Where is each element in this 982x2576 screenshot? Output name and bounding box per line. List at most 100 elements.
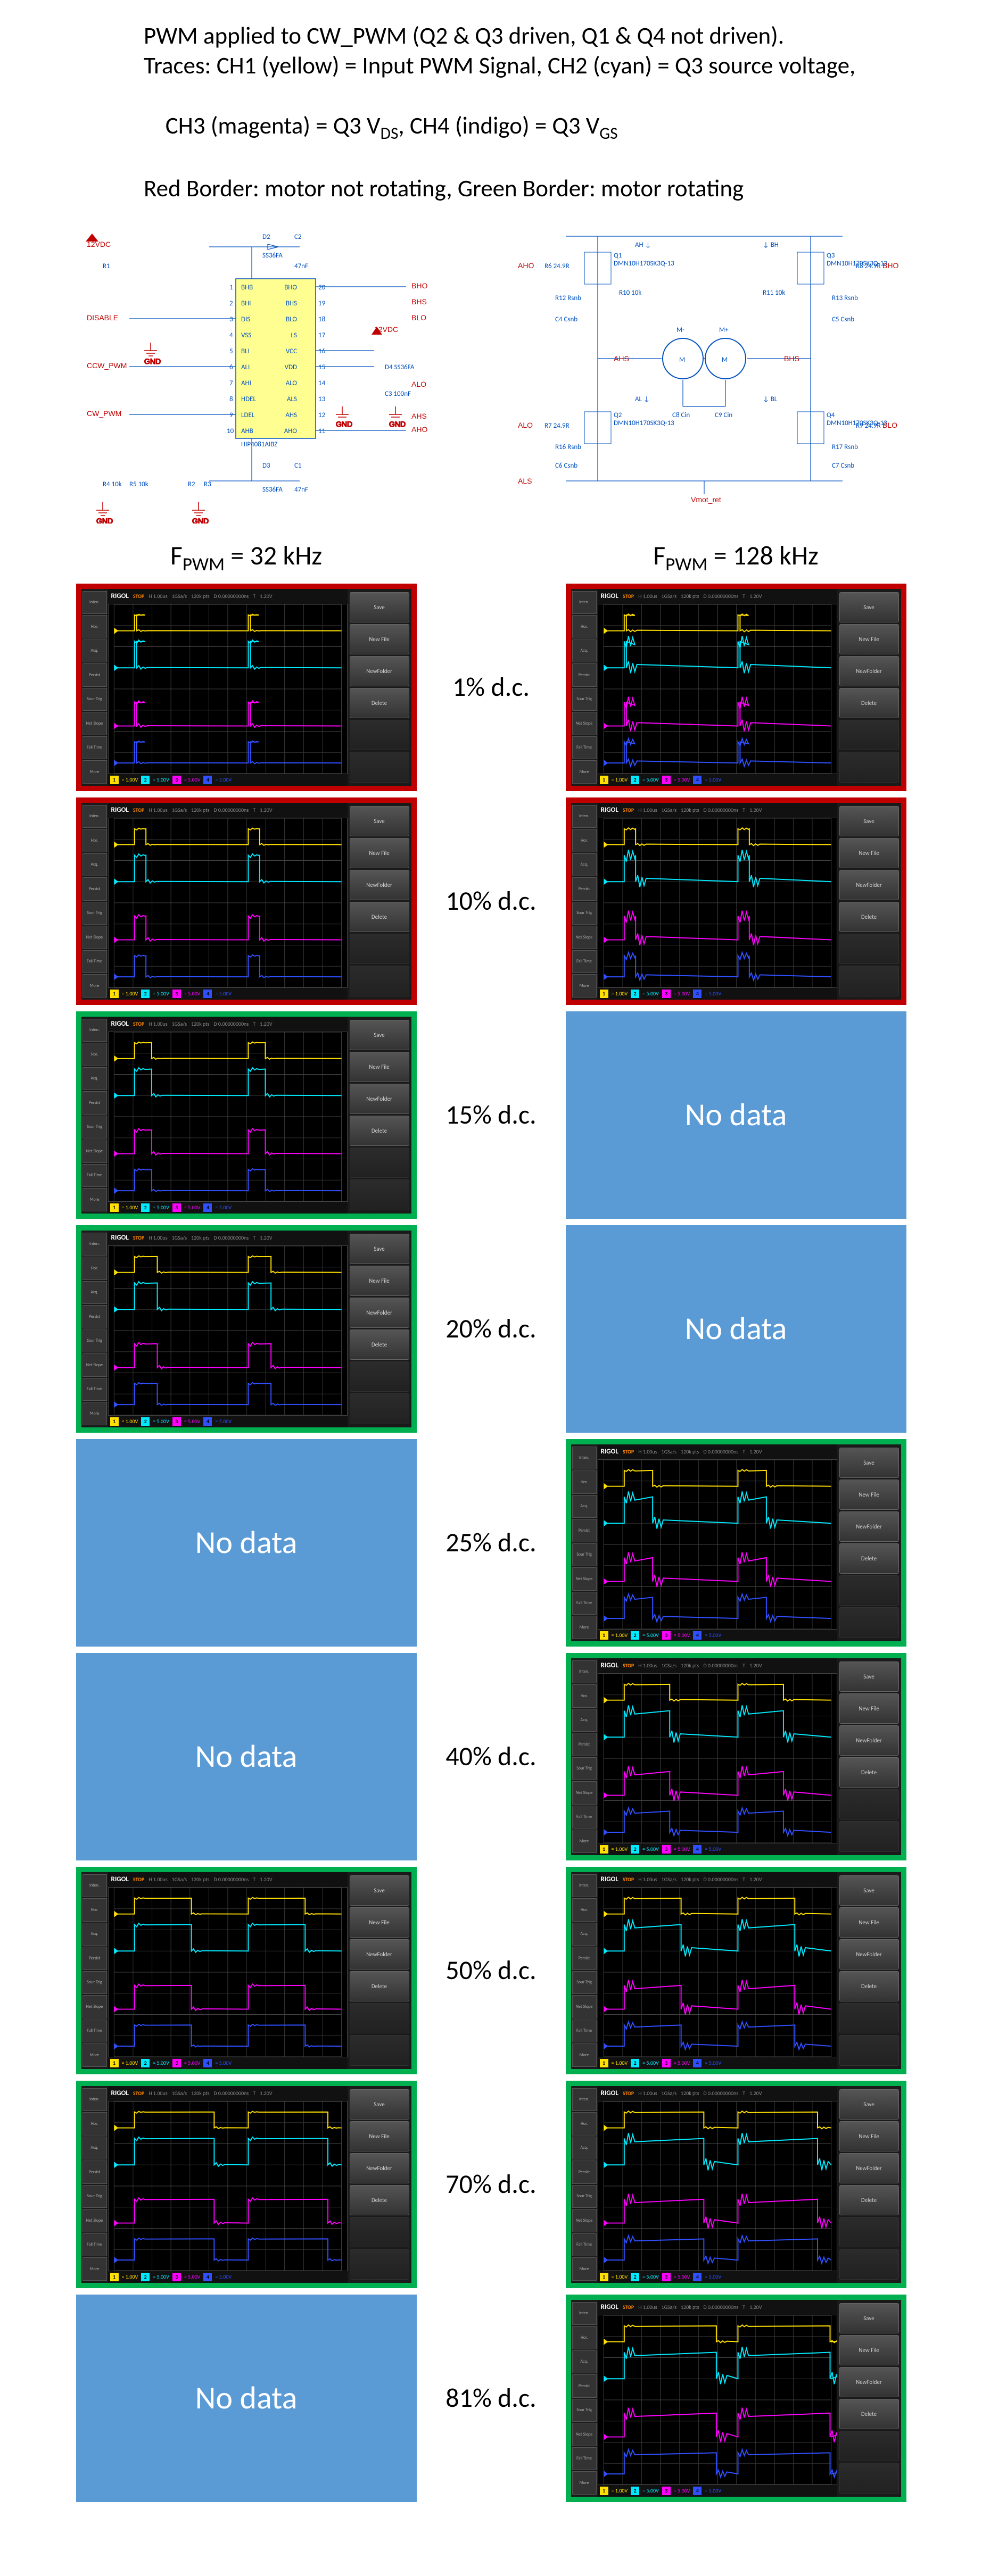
row-label: 10% d.c. (417, 885, 566, 917)
svg-text:C5 Csnb: C5 Csnb (832, 315, 854, 323)
scope-side-button: Save (839, 1875, 899, 1906)
scope-left-item: Hor. (82, 1898, 107, 1922)
svg-text:GND: GND (389, 420, 406, 428)
scope-left-item: Sour Trig (572, 2185, 597, 2208)
svg-text:AL ↓: AL ↓ (635, 395, 650, 403)
col-header-right: FPWM = 128 kHz (566, 539, 906, 576)
scope-left-item: Sour Trig (82, 902, 107, 925)
scope-left-item: More (82, 1188, 107, 1211)
scope-left-item: More (82, 2043, 107, 2067)
oscilloscope-capture: Inten.Hor.Acq.PersistSour TrigNet SlopeF… (76, 1011, 417, 1219)
svg-text:R8 24.9R: R8 24.9R (856, 262, 881, 270)
scope-left-item: Fall Time (82, 1378, 107, 1401)
scope-side-button: Delete (350, 1329, 409, 1360)
svg-text:R11 10k: R11 10k (763, 289, 785, 297)
svg-text:↓ BL: ↓ BL (763, 395, 778, 403)
scope-left-item: Net Slope (82, 1995, 107, 2018)
svg-text:SS36FA: SS36FA (262, 252, 283, 260)
scope-side-button: Save (839, 2089, 899, 2120)
scope-top-bar: RIGOLSTOPH 1.00us1GSa/s120k ptsD 0.00000… (598, 1444, 837, 1459)
no-data-cell: No data (76, 1653, 417, 1860)
oscilloscope-capture: Inten.Hor.Acq.PersistSour TrigNet SlopeF… (76, 2081, 417, 2288)
oscilloscope-capture: Inten.Hor.Acq.PersistSour TrigNet SlopeF… (76, 1225, 417, 1433)
scope-plot (598, 818, 837, 988)
scope-side-button: Delete (839, 1543, 899, 1574)
row-label: 15% d.c. (417, 1099, 566, 1131)
scope-left-item: More (82, 2257, 107, 2281)
svg-text:8: 8 (229, 395, 233, 403)
scope-left-item: Sour Trig (82, 1116, 107, 1139)
scope-left-item: Hor. (82, 1043, 107, 1066)
scope-plot (108, 1032, 348, 1202)
svg-text:18: 18 (318, 315, 326, 323)
scope-side-button: Save (839, 806, 899, 836)
scope-bottom-bar: 1= 1.00V2= 5.00V3= 5.00V4= 5.00V (598, 774, 837, 786)
scope-left-item: Inten. (82, 2088, 107, 2112)
svg-text:BHO: BHO (284, 284, 297, 292)
scope-top-bar: RIGOLSTOPH 1.00us1GSa/s120k ptsD 0.00000… (598, 1872, 837, 1887)
svg-text:LS: LS (291, 331, 296, 339)
scope-left-item: Hor. (572, 1898, 597, 1922)
svg-text:10: 10 (227, 427, 234, 435)
scope-side-button: NewFolder (350, 1939, 409, 1970)
scope-left-item: Net Slope (82, 926, 107, 949)
scope-left-item: Net Slope (572, 1567, 597, 1591)
data-grid: Inten.Hor.Acq.PersistSour TrigNet SlopeF… (53, 584, 929, 2502)
scope-left-item: Acq. (572, 853, 597, 877)
scope-side-button: NewFolder (839, 2153, 899, 2183)
scope-side-button: Delete (839, 1971, 899, 2001)
oscilloscope-capture: Inten.Hor.Acq.PersistSour TrigNet SlopeF… (76, 584, 417, 791)
scope-top-bar: RIGOLSTOPH 1.00us1GSa/s120k ptsD 0.00000… (598, 1658, 837, 1673)
svg-text:DMN10H170SK3Q-13: DMN10H170SK3Q-13 (614, 419, 674, 427)
svg-text:BHI: BHI (241, 300, 251, 308)
scope-left-item: Inten. (572, 1874, 597, 1898)
svg-text:R13 Rsnb: R13 Rsnb (832, 294, 858, 302)
scope-left-item: Hor. (82, 615, 107, 638)
no-data-cell: No data (566, 1225, 906, 1433)
scope-top-bar: RIGOLSTOPH 1.00us1GSa/s120k ptsD 0.00000… (108, 2086, 348, 2101)
scope-left-item: Persist (572, 1947, 597, 1970)
scope-left-item: Net Slope (82, 2209, 107, 2232)
scope-bottom-bar: 1= 1.00V2= 5.00V3= 5.00V4= 5.00V (598, 2485, 837, 2497)
scope-left-item: Sour Trig (572, 2399, 597, 2422)
svg-text:R10 10k: R10 10k (619, 289, 641, 297)
svg-text:6: 6 (229, 363, 233, 371)
scope-side-button: New File (839, 1907, 899, 1938)
svg-text:DISABLE: DISABLE (87, 313, 118, 322)
svg-text:BLO: BLO (411, 313, 426, 322)
scope-side-button: Delete (350, 902, 409, 932)
oscilloscope-capture: Inten.Hor.Acq.PersistSour TrigNet SlopeF… (566, 584, 906, 791)
scope-left-item: Persist (82, 1091, 107, 1115)
scope-top-bar: RIGOLSTOPH 1.00us1GSa/s120k ptsD 0.00000… (108, 1231, 348, 1245)
scope-left-item: Persist (572, 1733, 597, 1756)
scope-top-bar: RIGOLSTOPH 1.00us1GSa/s120k ptsD 0.00000… (598, 2086, 837, 2101)
scope-left-item: Net Slope (82, 1140, 107, 1163)
scope-left-item: Inten. (572, 1660, 597, 1684)
svg-text:ALO: ALO (411, 380, 426, 388)
header-line2: Traces: CH1 (yellow) = Input PWM Signal,… (144, 51, 929, 81)
row-label: 50% d.c. (417, 1954, 566, 1987)
scope-left-item: Net Slope (82, 1353, 107, 1377)
svg-text:CW_PWM: CW_PWM (87, 409, 121, 418)
scope-side-button: New File (350, 2121, 409, 2151)
header-line1: PWM applied to CW_PWM (Q2 & Q3 driven, Q… (144, 21, 929, 51)
scope-left-item: Sour Trig (82, 688, 107, 711)
oscilloscope-capture: Inten.Hor.Acq.PersistSour TrigNet SlopeF… (76, 797, 417, 1005)
scope-side-button: Save (350, 1234, 409, 1264)
svg-text:AHS: AHS (285, 411, 297, 419)
scope-side-button: NewFolder (839, 2367, 899, 2397)
svg-text:BLO: BLO (286, 315, 297, 323)
col-header-left: FPWM = 32 kHz (76, 539, 417, 576)
svg-text:AHS: AHS (614, 354, 629, 363)
scope-left-item: Sour Trig (82, 1971, 107, 1995)
scope-left-item: More (572, 2043, 597, 2067)
scope-plot (598, 1673, 837, 1843)
svg-text:9: 9 (229, 411, 233, 419)
scope-left-item: Persist (572, 663, 597, 687)
scope-left-item: Persist (82, 877, 107, 901)
scope-bottom-bar: 1= 1.00V2= 5.00V3= 5.00V4= 5.00V (108, 2271, 348, 2283)
oscilloscope-capture: Inten.Hor.Acq.PersistSour TrigNet SlopeF… (566, 1439, 906, 1647)
svg-text:Q4: Q4 (827, 411, 835, 419)
scope-top-bar: RIGOLSTOPH 1.00us1GSa/s120k ptsD 0.00000… (598, 2300, 837, 2315)
scope-left-item: Inten. (82, 1233, 107, 1256)
